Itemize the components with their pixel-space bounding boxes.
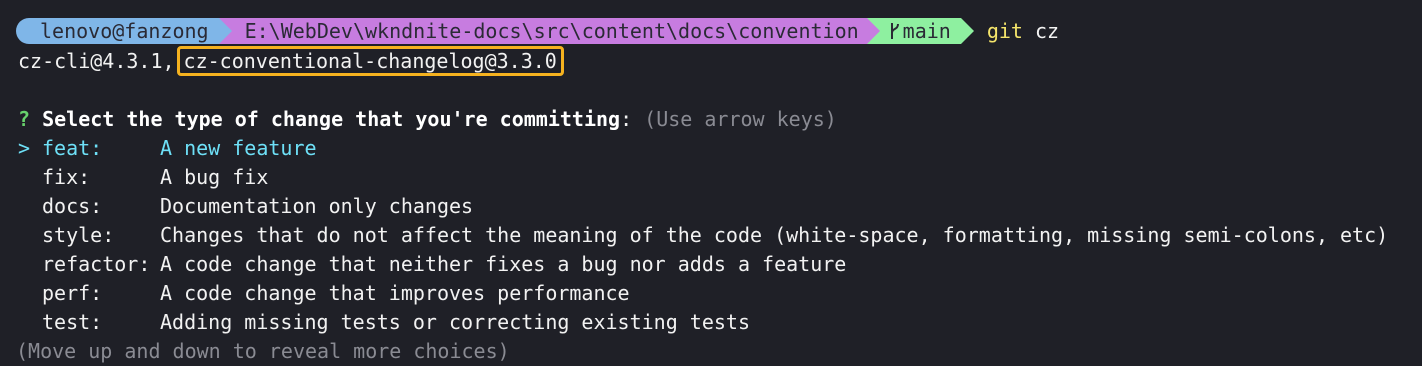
version-highlight: cz-conventional-changelog@3.3.0	[176, 46, 564, 76]
question-line: ? Select the type of change that you're …	[18, 105, 1418, 134]
choice-list[interactable]: > feat: A new feature fix: A bug fix docs: D…	[18, 134, 1418, 337]
choice-pointer-slot	[18, 192, 42, 221]
choice-name: style:	[42, 223, 115, 247]
choice-name: fix:	[42, 165, 91, 189]
choice-item-style[interactable]: style: Changes that do not affect the mea…	[18, 221, 1418, 250]
prompt-path: E:\WebDev\wkndnite-docs\src\content\docs…	[244, 19, 859, 43]
choice-desc: A code change that improves performance	[160, 281, 630, 305]
version-prefix: cz-cli@4.3.1,	[18, 49, 175, 73]
prompt-branch: main	[902, 19, 951, 43]
choice-name: docs:	[42, 194, 103, 218]
prompt-command: git cz	[987, 19, 1059, 43]
prompt-user-segment: lenovo@fanzong	[16, 18, 232, 44]
choice-desc: Adding missing tests or correcting exist…	[160, 310, 751, 334]
choice-desc: A bug fix	[160, 165, 269, 189]
question-text: Select the type of change that you're co…	[42, 107, 621, 131]
choice-item-perf[interactable]: perf: A code change that improves perform…	[18, 279, 1418, 308]
segment-arrow-icon	[866, 18, 880, 44]
question-hint: (Use arrow keys)	[644, 107, 837, 131]
terminal-output: lenovo@fanzong E:\WebDev\wkndnite-docs\s…	[16, 16, 1418, 366]
choice-pointer-slot	[18, 279, 42, 308]
prompt-git-segment: main	[866, 18, 974, 44]
selection-pointer-icon: >	[18, 136, 31, 160]
choice-name: perf:	[42, 281, 103, 305]
question-mark: ?	[18, 107, 31, 131]
choice-desc: A code change that neither fixes a bug n…	[160, 252, 847, 276]
choice-item-docs[interactable]: docs: Documentation only changes	[18, 192, 1418, 221]
git-branch-icon	[890, 23, 899, 39]
choice-pointer-slot	[18, 221, 42, 250]
choice-desc: Documentation only changes	[160, 194, 474, 218]
choice-name: feat:	[42, 136, 103, 160]
choice-pointer-slot	[18, 308, 42, 337]
command-args: cz	[1035, 19, 1060, 43]
prompt-path-segment: E:\WebDev\wkndnite-docs\src\content\docs…	[218, 18, 880, 44]
choice-item-feat[interactable]: > feat: A new feature	[18, 134, 1418, 163]
choice-pointer-slot	[18, 163, 42, 192]
choice-pointer-slot	[18, 250, 42, 279]
version-line: cz-cli@4.3.1, cz-conventional-changelog@3…	[18, 46, 1418, 76]
command-name: git	[986, 19, 1023, 43]
choice-item-refactor[interactable]: refactor: A code change that neither fixe…	[18, 250, 1418, 279]
shell-prompt: lenovo@fanzong E:\WebDev\wkndnite-docs\s…	[16, 16, 1418, 46]
choice-name: refactor:	[42, 252, 151, 276]
prompt-user: lenovo@fanzong	[40, 19, 209, 43]
choice-item-fix[interactable]: fix: A bug fix	[18, 163, 1418, 192]
choice-desc: Changes that do not affect the meaning o…	[160, 223, 1389, 247]
segment-arrow-icon	[960, 18, 974, 44]
question-colon: :	[620, 107, 633, 131]
choice-desc: A new feature	[160, 136, 317, 160]
segment-arrow-icon	[218, 18, 232, 44]
choice-item-test[interactable]: test: Adding missing tests or correcting …	[18, 308, 1418, 337]
choice-name: test:	[42, 310, 103, 334]
